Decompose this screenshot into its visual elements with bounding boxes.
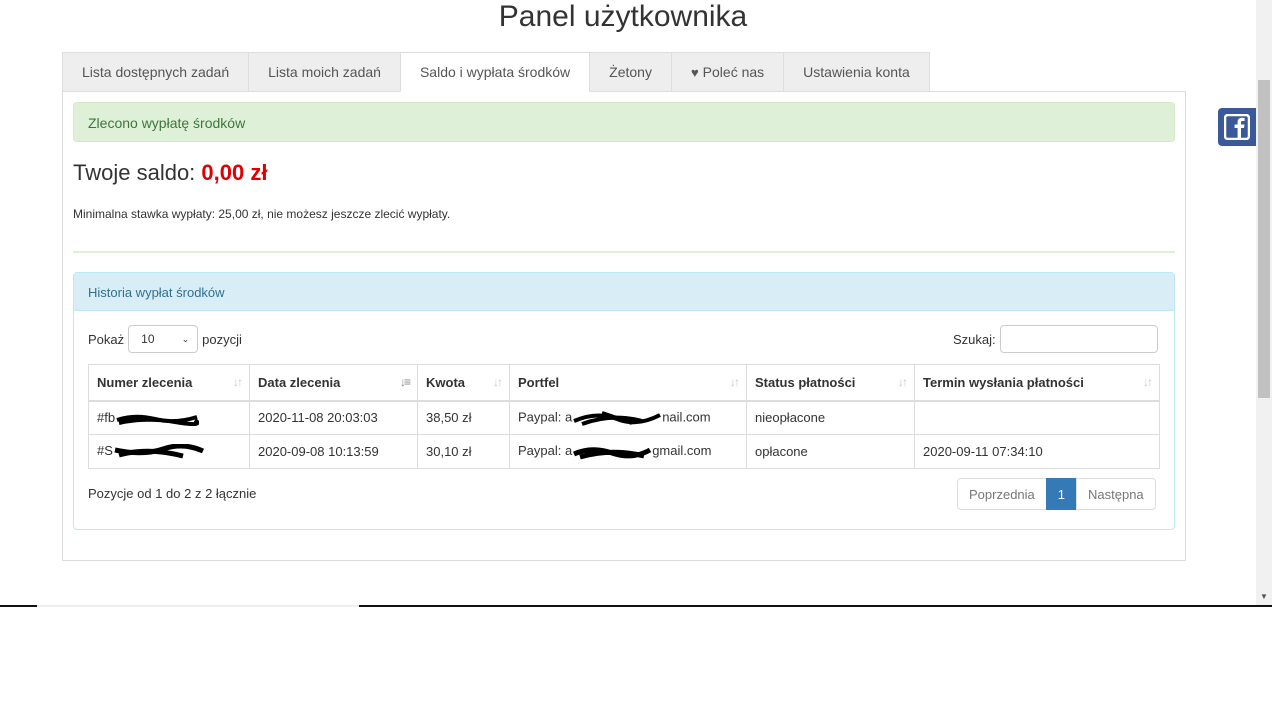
pagination: Poprzednia 1 Następna [957,478,1156,510]
length-label-after: pozycji [202,331,242,347]
tab-my-tasks[interactable]: Lista moich zadań [248,52,401,92]
column-header-label: Portfel [518,374,560,390]
column-header-label: Kwota [426,374,465,390]
page-bottom-border [0,605,1272,607]
sort-icon: ↓↑ [730,375,740,389]
withdrawal-table: Numer zlecenia ↓↑ Data zlecenia ↓≡ Kwota ↓↑… [88,364,1160,469]
balance-display: Twoje saldo: 0,00 zł [73,160,267,186]
payment-sent-cell [914,400,1160,435]
column-header-label: Status płatności [755,374,856,390]
sort-icon: ↓↑ [898,375,908,389]
redaction-scribble [116,414,200,426]
page-length-control: Pokaż 10 ⌄ pozycji [88,325,242,353]
order-number-prefix: #fb [97,409,116,425]
table-row: #fb 2020-11-08 20:03:03 38,50 zł Paypal:… [88,400,1160,435]
order-number-cell: #fb [88,400,250,435]
sort-icon: ↓↑ [493,375,503,389]
wallet-cell: Paypal: a nail.com [509,400,747,435]
search-label: Szukaj: [953,331,996,347]
tab-label: Żetony [609,64,652,80]
payment-sent-cell: 2020-09-11 07:34:10 [914,434,1160,469]
page-button-current[interactable]: 1 [1045,478,1078,510]
amount-cell: 30,10 zł [417,434,510,469]
sort-icon: ↓↑ [1143,375,1153,389]
order-number-prefix: #S [97,443,113,459]
column-header-order-date[interactable]: Data zlecenia ↓≡ [249,364,418,402]
table-info: Pozycje od 1 do 2 z 2 łącznie [88,486,257,501]
sort-descending-icon: ↓≡ [399,375,411,389]
order-number-cell: #S [88,434,250,469]
vertical-scrollbar[interactable]: ▼ [1256,0,1272,606]
tab-label: Lista dostępnych zadań [82,64,230,80]
wallet-prefix: Paypal: a [518,409,573,425]
tab-label: Ustawienia konta [803,64,910,80]
search-input[interactable] [999,325,1158,353]
order-date-cell: 2020-11-08 20:03:03 [249,400,418,435]
column-header-order-number[interactable]: Numer zlecenia ↓↑ [88,364,250,402]
redaction-scribble [573,447,652,460]
tab-tokens[interactable]: Żetony [589,52,672,92]
length-label-before: Pokaż [88,331,125,347]
payment-status-cell: opłacone [746,434,915,469]
redaction-scribble [114,443,204,459]
wallet-cell: Paypal: a gmail.com [509,434,747,469]
success-alert: Zlecono wypłatę środków [73,102,1175,142]
chevron-down-icon: ⌄ [181,333,190,344]
tab-balance-withdrawal[interactable]: Saldo i wypłata środków [399,52,591,92]
tab-bar: Lista dostępnych zadań Lista moich zadań… [62,52,930,92]
wallet-suffix: nail.com [662,409,711,425]
scrollbar-thumb[interactable] [1258,80,1270,398]
tab-label: Saldo i wypłata środków [419,64,571,80]
balance-label: Twoje saldo: [73,160,196,185]
facebook-button[interactable] [1218,108,1256,146]
payment-status-cell: nieopłacone [746,400,915,435]
column-header-amount[interactable]: Kwota ↓↑ [417,364,510,402]
previous-page-button[interactable]: Poprzednia [957,478,1047,510]
amount-cell: 38,50 zł [417,400,510,435]
tab-available-tasks[interactable]: Lista dostępnych zadań [62,52,250,92]
next-page-button[interactable]: Następna [1076,478,1156,510]
column-header-label: Numer zlecenia [97,374,193,390]
facebook-icon [1224,114,1250,140]
page-length-value: 10 [141,332,155,346]
column-header-label: Data zlecenia [258,374,341,390]
order-date-cell: 2020-09-08 10:13:59 [249,434,418,469]
wallet-suffix: gmail.com [652,443,712,459]
page-title: Panel użytkownika [498,0,748,33]
table-row: #S 2020-09-08 10:13:59 30,10 zł Paypal: … [88,434,1160,469]
tab-recommend[interactable]: ♥ Poleć nas [670,52,785,92]
history-panel-title: Historia wypłat środków [74,273,1174,311]
sort-icon: ↓↑ [233,375,243,389]
balance-amount: 0,00 zł [201,160,268,185]
page-length-select[interactable]: 10 ⌄ [128,325,199,353]
column-header-payment-status[interactable]: Status płatności ↓↑ [746,364,915,402]
column-header-payment-sent[interactable]: Termin wysłania płatności ↓↑ [914,364,1160,402]
divider [73,251,1175,253]
column-header-label: Termin wysłania płatności [923,374,1084,390]
heart-icon: ♥ [690,64,699,80]
scroll-down-arrow-icon[interactable]: ▼ [1260,592,1268,601]
redaction-scribble [573,410,662,426]
tab-label: Lista moich zadań [268,64,381,80]
wallet-prefix: Paypal: a [518,443,573,459]
tab-label: Poleć nas [702,64,765,80]
table-search: Szukaj: [953,325,1158,353]
table-header-row: Numer zlecenia ↓↑ Data zlecenia ↓≡ Kwota ↓↑… [88,364,1160,402]
tab-account-settings[interactable]: Ustawienia konta [783,52,930,92]
minimum-withdrawal-note: Minimalna stawka wypłaty: 25,00 zł, nie … [73,207,451,221]
column-header-wallet[interactable]: Portfel ↓↑ [509,364,747,402]
